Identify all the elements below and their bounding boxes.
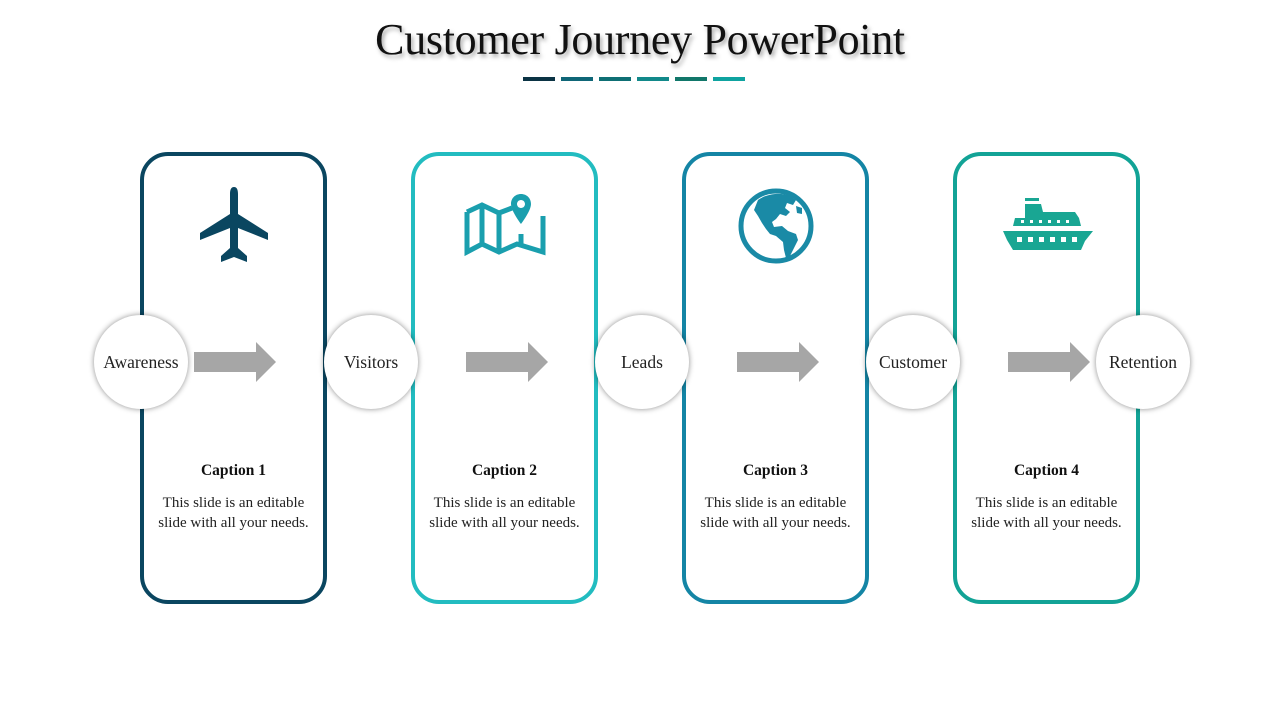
arrow-right-icon [1008,342,1090,382]
stage-visitors: Visitors [324,315,418,409]
caption-body: This slide is an editable slide with all… [700,495,851,531]
arrow-right-icon [194,342,276,382]
slide-title: Customer Journey PowerPoint [375,15,905,64]
caption-body: This slide is an editable slide with all… [971,495,1122,531]
map-pin-icon [415,194,594,260]
caption-title: Caption 4 [1013,462,1080,479]
ship-icon [957,196,1136,256]
title-underline [523,77,745,81]
underline-dash [599,77,631,81]
airplane-icon [144,184,323,266]
underline-dash [675,77,707,81]
arrow-right-icon [466,342,548,382]
globe-icon [686,186,865,266]
underline-dash [713,77,745,81]
arrow-right-icon [737,342,819,382]
caption-title: Caption 3 [742,462,809,479]
underline-dash [561,77,593,81]
caption-body: This slide is an editable slide with all… [429,495,580,531]
caption-title: Caption 2 [471,462,538,479]
caption-title: Caption 1 [200,462,267,479]
stage-awareness: Awareness [94,315,188,409]
underline-dash [523,77,555,81]
stage-retention: Retention [1096,315,1190,409]
caption-body: This slide is an editable slide with all… [158,495,309,531]
underline-dash [637,77,669,81]
stage-customer: Customer [866,315,960,409]
stage-leads: Leads [595,315,689,409]
